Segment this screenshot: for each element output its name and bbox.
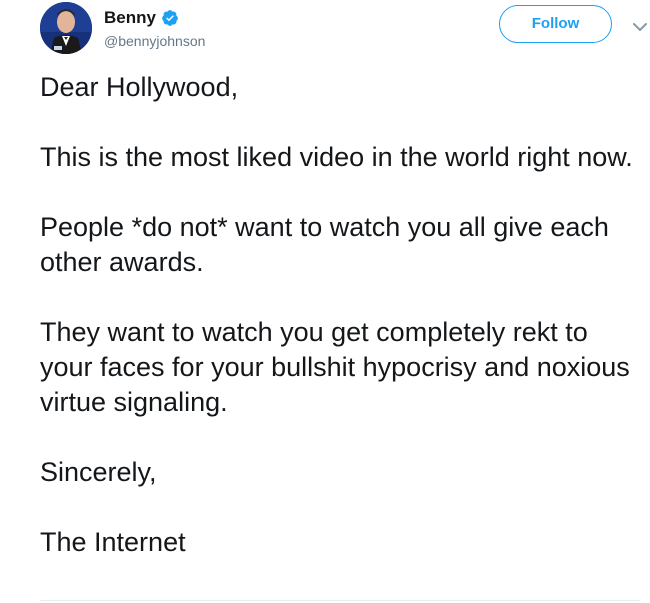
tweet-paragraph: This is the most liked video in the worl…	[40, 142, 633, 172]
avatar-photo-icon	[40, 2, 92, 54]
tweet-card: Benny @bennyjohnson Follow Dear Hollywoo…	[0, 0, 650, 603]
user-handle[interactable]: @bennyjohnson	[104, 32, 205, 50]
tweet-header: Benny @bennyjohnson Follow	[40, 2, 650, 54]
tweet-paragraph: Sincerely,	[40, 457, 157, 487]
verified-badge-icon	[161, 9, 179, 27]
divider	[40, 600, 640, 601]
tweet-paragraph: People *do not* want to watch you all gi…	[40, 212, 609, 277]
chevron-down-icon[interactable]	[632, 20, 648, 32]
tweet-text: Dear Hollywood, This is the most liked v…	[40, 70, 645, 595]
avatar[interactable]	[40, 2, 92, 54]
display-name[interactable]: Benny	[104, 8, 156, 28]
display-name-row: Benny	[104, 8, 179, 28]
follow-button[interactable]: Follow	[499, 5, 612, 43]
tweet-paragraph: The Internet	[40, 527, 186, 557]
tweet-paragraph: They want to watch you get completely re…	[40, 317, 630, 417]
tweet-paragraph: Dear Hollywood,	[40, 72, 239, 102]
